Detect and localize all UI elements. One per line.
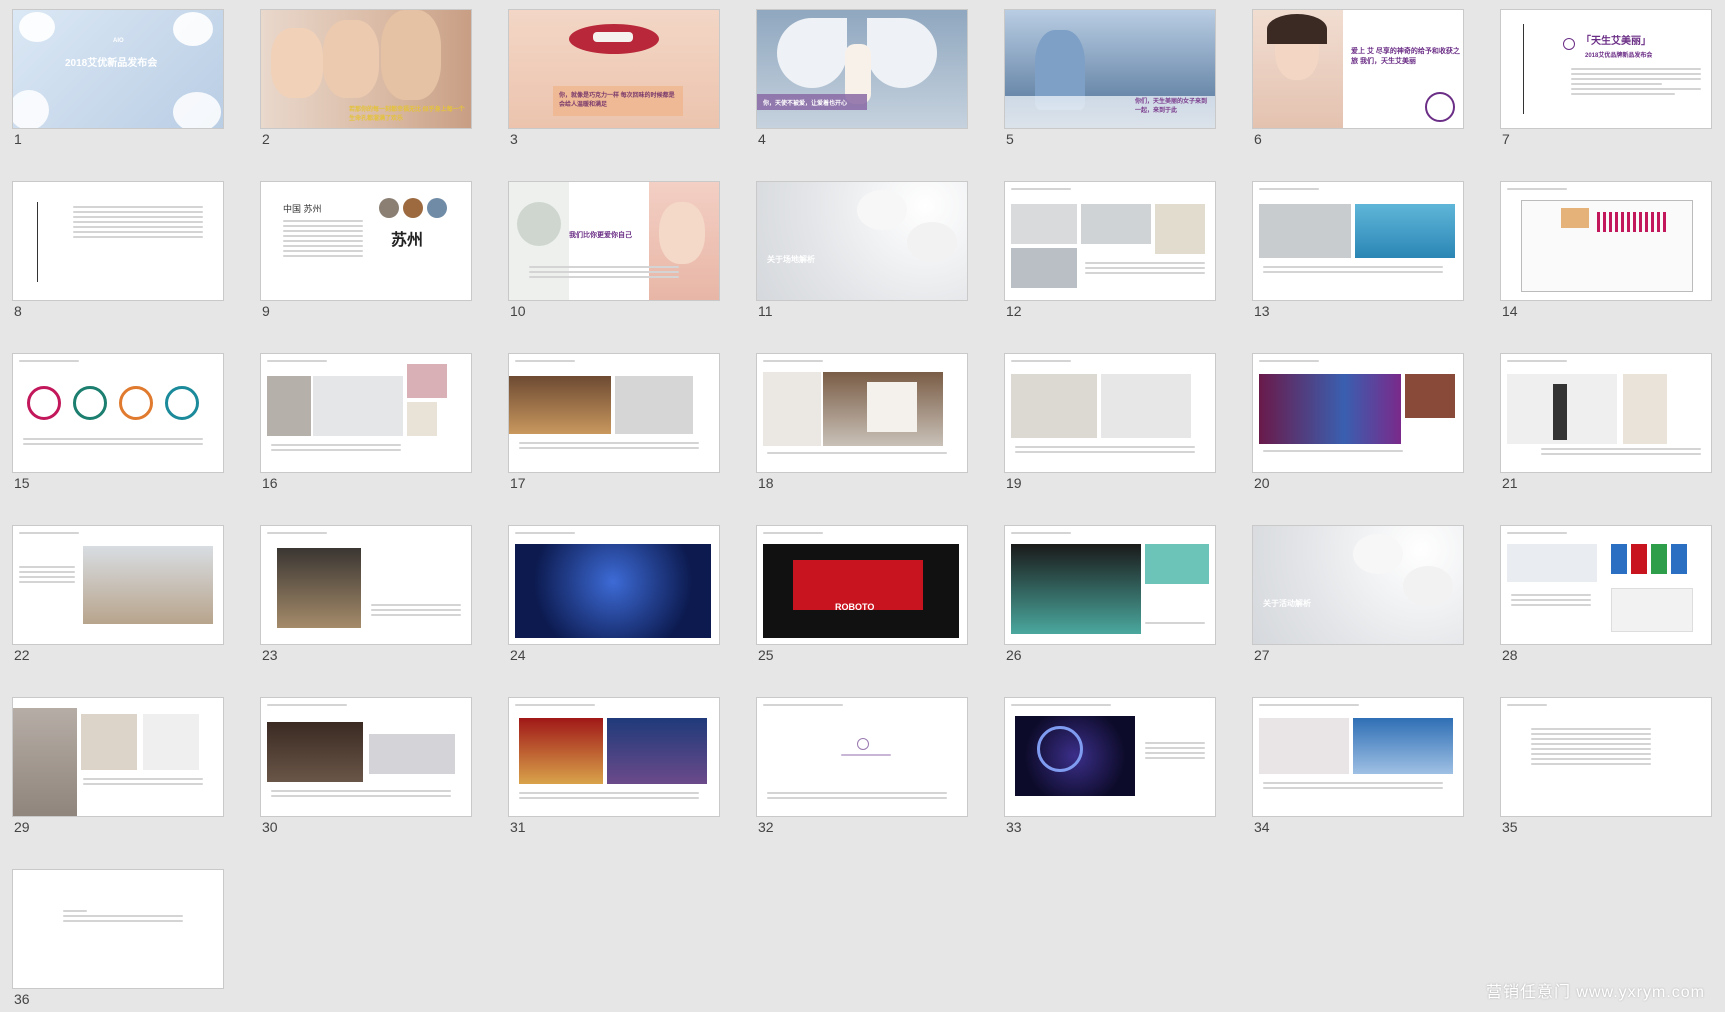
slide-number: 23 — [262, 647, 278, 663]
slide-number: 11 — [758, 303, 773, 319]
slide-number: 24 — [510, 647, 526, 663]
slide-caption: 关于活动解析 — [1263, 599, 1311, 608]
brand-logo-icon — [1425, 92, 1455, 122]
slide-number: 10 — [510, 303, 526, 319]
slide-caption: 你，天使不被爱，让爱着也开心 — [763, 101, 848, 107]
slide-thumbnail[interactable]: 29 — [12, 697, 224, 835]
slide-caption: ROBOTO — [835, 602, 875, 612]
slide-thumbnail[interactable]: 15 — [12, 353, 224, 491]
slide-number: 21 — [1502, 475, 1518, 491]
slide-number: 27 — [1254, 647, 1270, 663]
slide-number: 3 — [510, 131, 518, 147]
slide-number: 36 — [14, 991, 30, 1007]
slide-number: 28 — [1502, 647, 1518, 663]
slide-number: 30 — [262, 819, 278, 835]
slide-caption: 若那你的每一刻都幸福无比 似乎身上每一个生命孔都溜满了欢乐 — [349, 107, 465, 122]
slide-number: 1 — [14, 131, 22, 147]
slide-number: 35 — [1502, 819, 1518, 835]
slide-number: 5 — [1006, 131, 1014, 147]
slide-thumbnail[interactable]: 22 — [12, 525, 224, 663]
slide-number: 15 — [14, 475, 30, 491]
slide-number: 18 — [758, 475, 774, 491]
slide-number: 29 — [14, 819, 30, 835]
slide-thumbnail[interactable]: 36 — [12, 869, 224, 1007]
slide-thumbnail[interactable]: 30 — [260, 697, 472, 835]
slide-number: 4 — [758, 131, 766, 147]
slide-number: 9 — [262, 303, 270, 319]
logo: AIO — [113, 38, 124, 44]
slide-thumbnail[interactable]: 8 — [12, 181, 224, 319]
slide-thumbnail[interactable]: 31 — [508, 697, 720, 835]
slide-number: 20 — [1254, 475, 1270, 491]
slide-thumbnail[interactable]: 32 — [756, 697, 968, 835]
slide-thumbnail[interactable]: 35 — [1500, 697, 1712, 835]
slide-thumbnail[interactable]: 33 — [1004, 697, 1216, 835]
slide-caption: 你，就像是巧克力一样 每次回味的时候都是会给人温暖和满足 — [559, 93, 675, 108]
slide-thumbnail[interactable]: ROBOTO 25 — [756, 525, 968, 663]
slide-title: 中国 苏州 — [283, 204, 322, 214]
slide-sorter-grid: AIO 2018艾优新品发布会 1 若那你的每一刻都幸福无比 似乎身上每一个生命… — [12, 9, 1712, 1007]
slide-thumbnail[interactable]: 24 — [508, 525, 720, 663]
slide-thumbnail[interactable]: 18 — [756, 353, 968, 491]
slide-number: 26 — [1006, 647, 1022, 663]
slide-thumbnail[interactable]: 爱上 艾 尽享的神奇的给予和收获之旅 我们，天生艾美丽 6 — [1252, 9, 1464, 147]
slide-title: 「天生艾美丽」 — [1581, 36, 1651, 47]
slide-number: 19 — [1006, 475, 1022, 491]
slide-thumbnail[interactable]: 17 — [508, 353, 720, 491]
slide-thumbnail[interactable]: 26 — [1004, 525, 1216, 663]
slide-caption: 我们比你更爱你自己 — [569, 232, 632, 239]
slide-thumbnail[interactable]: 28 — [1500, 525, 1712, 663]
slide-number: 16 — [262, 475, 278, 491]
slide-caption: 爱上 艾 尽享的神奇的给予和收获之旅 我们，天生艾美丽 — [1351, 48, 1460, 65]
slide-thumbnail[interactable]: 我们比你更爱你自己 10 — [508, 181, 720, 319]
slide-number: 32 — [758, 819, 774, 835]
slide-number: 6 — [1254, 131, 1262, 147]
slide-number: 12 — [1006, 303, 1022, 319]
watermark: 营销任意门 www.yxrym.com — [1485, 984, 1705, 1001]
slide-number: 2 — [262, 131, 270, 147]
slide-number: 33 — [1006, 819, 1022, 835]
slide-number: 8 — [14, 303, 22, 319]
slide-thumbnail[interactable]: 你，就像是巧克力一样 每次回味的时候都是会给人温暖和满足 3 — [508, 9, 720, 147]
brand-logo-icon — [1037, 726, 1083, 772]
slide-thumbnail[interactable]: 20 — [1252, 353, 1464, 491]
slide-number: 7 — [1502, 131, 1510, 147]
slide-thumbnail[interactable]: 「天生艾美丽」 2018艾优品牌新品发布会 7 — [1500, 9, 1712, 147]
slide-thumbnail[interactable]: 中国 苏州 苏州 9 — [260, 181, 472, 319]
slide-caption: 关于场地解析 — [767, 255, 815, 264]
slide-number: 25 — [758, 647, 774, 663]
slide-number: 14 — [1502, 303, 1518, 319]
slide-caption: 你们，天生美丽的女子来到一起，来到于此 — [1135, 99, 1208, 114]
slide-subtitle: 2018艾优品牌新品发布会 — [1585, 53, 1653, 59]
slide-number: 17 — [510, 475, 526, 491]
slide-thumbnail[interactable]: 16 — [260, 353, 472, 491]
slide-thumbnail[interactable]: 19 — [1004, 353, 1216, 491]
slide-number: 13 — [1254, 303, 1270, 319]
slide-thumbnail[interactable]: 你们，天生美丽的女子来到一起，来到于此 5 — [1004, 9, 1216, 147]
slide-thumbnail[interactable]: 21 — [1500, 353, 1712, 491]
slide-thumbnail[interactable]: 关于活动解析 27 — [1252, 525, 1464, 663]
slide-title: 2018艾优新品发布会 — [65, 58, 158, 69]
slide-thumbnail[interactable]: 23 — [260, 525, 472, 663]
brand-logo-icon — [1563, 38, 1575, 50]
brand-logo-icon — [857, 738, 869, 750]
slide-thumbnail[interactable]: 13 — [1252, 181, 1464, 319]
slide-thumbnail[interactable]: 关于场地解析 11 — [756, 181, 968, 319]
calligraphy-text: 苏州 — [391, 232, 424, 249]
slide-number: 34 — [1254, 819, 1270, 835]
slide-thumbnail[interactable]: 34 — [1252, 697, 1464, 835]
slide-thumbnail[interactable]: 若那你的每一刻都幸福无比 似乎身上每一个生命孔都溜满了欢乐 2 — [260, 9, 472, 147]
slide-thumbnail[interactable]: 你，天使不被爱，让爱着也开心 4 — [756, 9, 968, 147]
slide-number: 31 — [510, 819, 526, 835]
slide-thumbnail[interactable]: 12 — [1004, 181, 1216, 319]
slide-thumbnail[interactable]: AIO 2018艾优新品发布会 1 — [12, 9, 224, 147]
slide-number: 22 — [14, 647, 30, 663]
slide-thumbnail[interactable]: 14 — [1500, 181, 1712, 319]
